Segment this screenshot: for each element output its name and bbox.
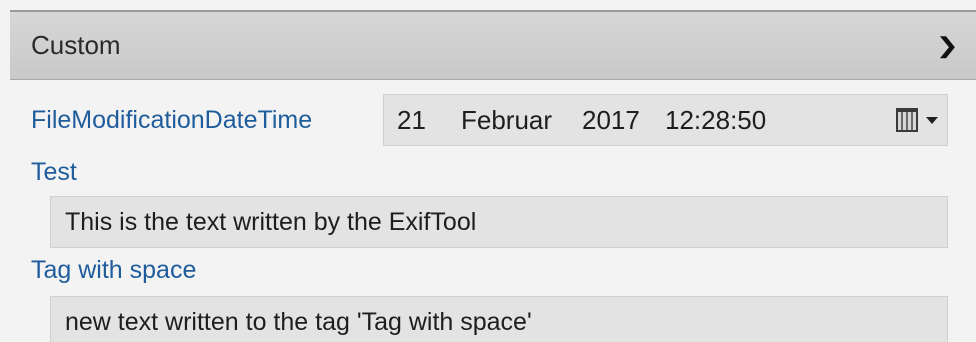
tag-with-space-value-field[interactable]: new text written to the tag 'Tag with sp… (50, 296, 948, 342)
section-header-custom[interactable]: Custom ❯ (10, 12, 976, 80)
caret-down-icon (926, 116, 938, 124)
chevron-down-icon[interactable]: ❯ (935, 33, 958, 59)
date-month[interactable]: Februar (461, 105, 582, 136)
property-label-tag-with-space: Tag with space (31, 256, 197, 284)
datetime-field[interactable]: 21 Februar 2017 12:28:50 (383, 94, 948, 146)
calendar-dropdown-button[interactable] (896, 104, 938, 136)
property-panel: Custom ❯ FileModificationDateTime 21 Feb… (0, 0, 976, 342)
calendar-icon (896, 108, 918, 132)
property-label-filemodificationdatetime: FileModificationDateTime (31, 106, 313, 134)
date-year[interactable]: 2017 (582, 105, 665, 136)
property-label-test: Test (31, 158, 77, 186)
section-title: Custom (31, 30, 121, 60)
date-time[interactable]: 12:28:50 (665, 105, 835, 136)
test-value-field[interactable]: This is the text written by the ExifTool (50, 196, 948, 248)
date-day[interactable]: 21 (397, 105, 461, 136)
